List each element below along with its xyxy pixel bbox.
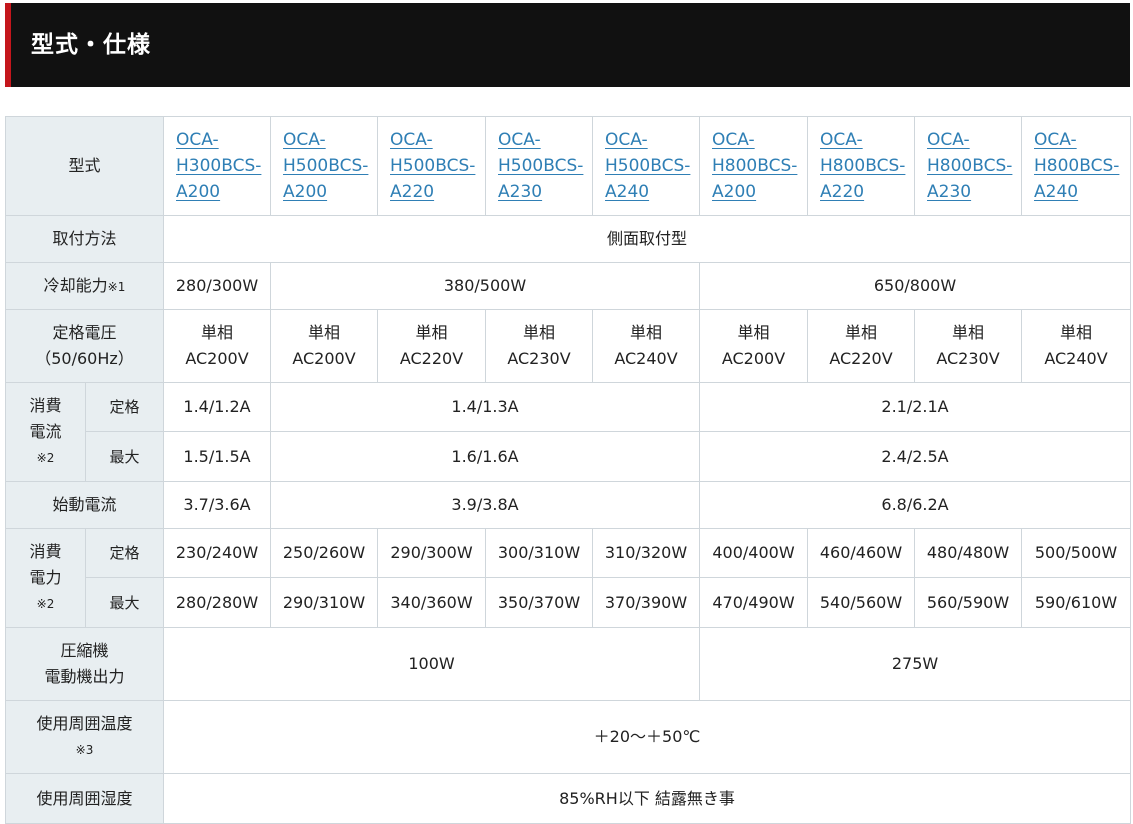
power-max-value: 540/560W (807, 577, 916, 628)
model-cell: OCA- H500BCS- A230 (485, 116, 594, 216)
sub-label-max: 最大 (84, 577, 165, 628)
current-rated-value: 2.1/2.1A (699, 382, 1132, 432)
model-link[interactable]: OCA- H800BCS- A220 (820, 127, 914, 205)
power-max-value: 470/490W (699, 577, 809, 628)
model-link[interactable]: OCA- H500BCS- A220 (390, 127, 485, 205)
cooling-value: 650/800W (699, 262, 1132, 310)
mounting-value: 側面取付型 (163, 215, 1132, 263)
voltage-value: 単相 AC220V (807, 309, 916, 383)
temperature-value: ＋20～＋50℃ (163, 700, 1132, 774)
voltage-value: 単相 AC230V (485, 309, 594, 383)
current-rated-value: 1.4/1.3A (270, 382, 701, 432)
header-accent-bar (5, 3, 11, 87)
current-max-value: 1.5/1.5A (163, 431, 272, 482)
power-max-value: 370/390W (592, 577, 701, 628)
voltage-value: 単相 AC200V (163, 309, 272, 383)
power-rated-value: 300/310W (485, 528, 594, 578)
row-label-temperature: 使用周囲温度 ※3 (4, 700, 165, 774)
row-label-mounting: 取付方法 (4, 215, 165, 263)
row-label-current: 消費 電流 ※2 (5, 382, 86, 482)
compressor-value: 275W (699, 627, 1132, 701)
note-marker: ※3 (75, 743, 94, 757)
current-max-value: 1.6/1.6A (270, 431, 701, 482)
model-link[interactable]: OCA- H800BCS- A230 (927, 127, 1021, 205)
table-row-power-rated: 消費 電力 ※2 定格 230/240W 250/260W 290/300W 300… (5, 528, 1132, 628)
sub-label-rated: 定格 (84, 528, 165, 578)
voltage-value: 単相 AC240V (592, 309, 701, 383)
row-label-humidity: 使用周囲湿度 (4, 773, 165, 824)
power-rated-value: 250/260W (270, 528, 379, 578)
table-row-voltage: 定格電圧 （50/60Hz） 単相 AC200V 単相 AC200V 単相 AC220V… (4, 309, 1132, 383)
voltage-value: 単相 AC230V (914, 309, 1023, 383)
power-max-value: 350/370W (485, 577, 594, 628)
cooling-value: 380/500W (270, 262, 701, 310)
table-row-temperature: 使用周囲温度 ※3 ＋20～＋50℃ (4, 700, 1132, 774)
sub-label-rated: 定格 (84, 382, 165, 432)
spec-table: 型式 OCA- H300BCS- A200 OCA- H500BCS- A200 OCA… (4, 116, 1132, 824)
row-label-power: 消費 電力 ※2 (5, 528, 86, 628)
model-cell: OCA- H500BCS- A240 (592, 116, 701, 216)
table-row-cooling: 冷却能力※1 280/300W 380/500W 650/800W (4, 262, 1132, 310)
power-rated-value: 290/300W (377, 528, 487, 578)
power-rated-value: 480/480W (914, 528, 1023, 578)
section-title: 型式・仕様 (31, 32, 151, 58)
voltage-value: 単相 AC200V (699, 309, 809, 383)
voltage-value: 単相 AC200V (270, 309, 379, 383)
model-cell: OCA- H500BCS- A200 (270, 116, 379, 216)
current-rated-value: 1.4/1.2A (163, 382, 272, 432)
starting-current-value: 6.8/6.2A (699, 481, 1132, 529)
section-header: 型式・仕様 (5, 3, 1130, 87)
model-link[interactable]: OCA- H500BCS- A240 (605, 127, 699, 205)
model-cell: OCA- H800BCS- A240 (1021, 116, 1132, 216)
model-cell: OCA- H800BCS- A220 (807, 116, 916, 216)
current-max-value: 2.4/2.5A (699, 431, 1132, 482)
model-link[interactable]: OCA- H500BCS- A230 (498, 127, 592, 205)
model-cell: OCA- H300BCS- A200 (163, 116, 272, 216)
power-max-value: 340/360W (377, 577, 487, 628)
model-cell: OCA- H500BCS- A220 (377, 116, 487, 216)
power-max-value: 560/590W (914, 577, 1023, 628)
power-rated-value: 500/500W (1021, 528, 1132, 578)
starting-current-value: 3.9/3.8A (270, 481, 701, 529)
compressor-value: 100W (163, 627, 701, 701)
table-row-mounting: 取付方法 側面取付型 (4, 215, 1132, 263)
sub-label-max: 最大 (84, 431, 165, 482)
table-row-current-max: 最大 1.5/1.5A 1.6/1.6A 2.4/2.5A (6, 431, 1132, 482)
model-cell: OCA- H800BCS- A200 (699, 116, 809, 216)
row-label-cooling: 冷却能力※1 (4, 262, 165, 310)
voltage-value: 単相 AC220V (377, 309, 487, 383)
table-row-model: 型式 OCA- H300BCS- A200 OCA- H500BCS- A200 OCA… (4, 116, 1132, 216)
table-row-humidity: 使用周囲湿度 85%RH以下 結露無き事 (4, 773, 1132, 824)
row-label-voltage: 定格電圧 （50/60Hz） (4, 309, 165, 383)
table-row-power-max: 最大 280/280W 290/310W 340/360W 350/370W 3… (6, 577, 1132, 628)
power-rated-value: 400/400W (699, 528, 809, 578)
table-row-current-rated: 消費 電流 ※2 定格 1.4/1.2A 1.4/1.3A 2.1/2.1A (5, 382, 1132, 482)
note-marker: ※1 (107, 279, 126, 294)
humidity-value: 85%RH以下 結露無き事 (163, 773, 1132, 824)
cooling-value: 280/300W (163, 262, 272, 310)
note-marker: ※2 (36, 451, 55, 465)
model-link[interactable]: OCA- H300BCS- A200 (176, 127, 270, 205)
voltage-value: 単相 AC240V (1021, 309, 1132, 383)
power-rated-value: 310/320W (592, 528, 701, 578)
power-rated-value: 460/460W (807, 528, 916, 578)
table-row-starting-current: 始動電流 3.7/3.6A 3.9/3.8A 6.8/6.2A (4, 481, 1132, 529)
starting-current-value: 3.7/3.6A (163, 481, 272, 529)
power-max-value: 290/310W (270, 577, 379, 628)
power-rated-value: 230/240W (163, 528, 272, 578)
row-label-model: 型式 (4, 116, 165, 216)
model-link[interactable]: OCA- H800BCS- A200 (712, 127, 807, 205)
power-max-value: 590/610W (1021, 577, 1132, 628)
row-label-compressor: 圧縮機 電動機出力 (4, 627, 165, 701)
model-link[interactable]: OCA- H500BCS- A200 (283, 127, 377, 205)
note-marker: ※2 (36, 597, 55, 611)
power-max-value: 280/280W (163, 577, 272, 628)
model-cell: OCA- H800BCS- A230 (914, 116, 1023, 216)
model-link[interactable]: OCA- H800BCS- A240 (1034, 127, 1130, 205)
table-row-compressor: 圧縮機 電動機出力 100W 275W (4, 627, 1132, 701)
row-label-starting: 始動電流 (4, 481, 165, 529)
